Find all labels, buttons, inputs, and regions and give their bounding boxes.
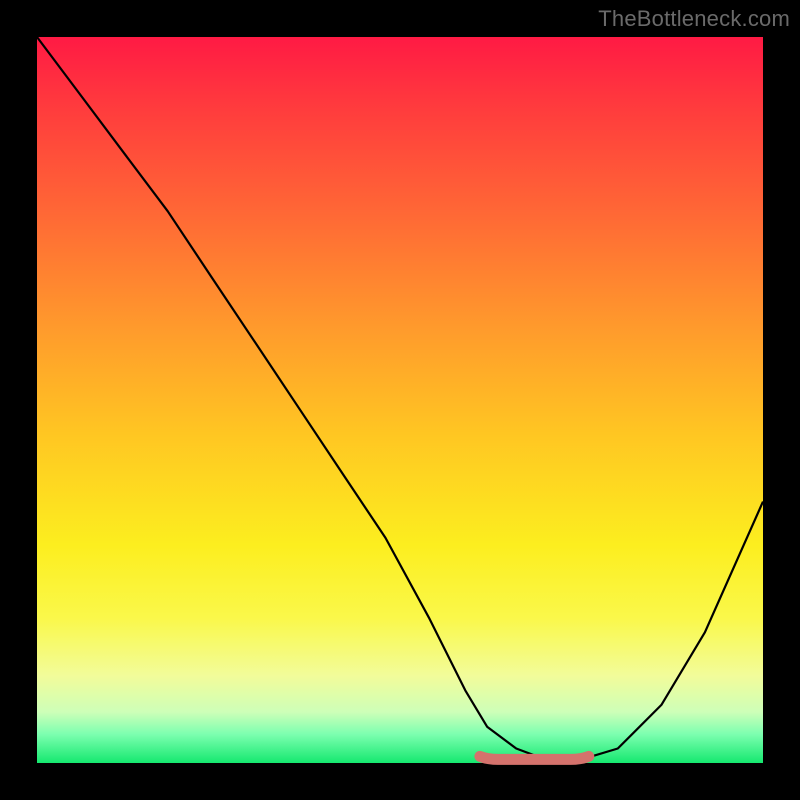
bottleneck-curve-line bbox=[37, 37, 763, 759]
recommended-range-marker bbox=[480, 756, 589, 759]
attribution-text: TheBottleneck.com bbox=[598, 6, 790, 32]
chart-plot-area bbox=[37, 37, 763, 763]
chart-svg bbox=[37, 37, 763, 763]
